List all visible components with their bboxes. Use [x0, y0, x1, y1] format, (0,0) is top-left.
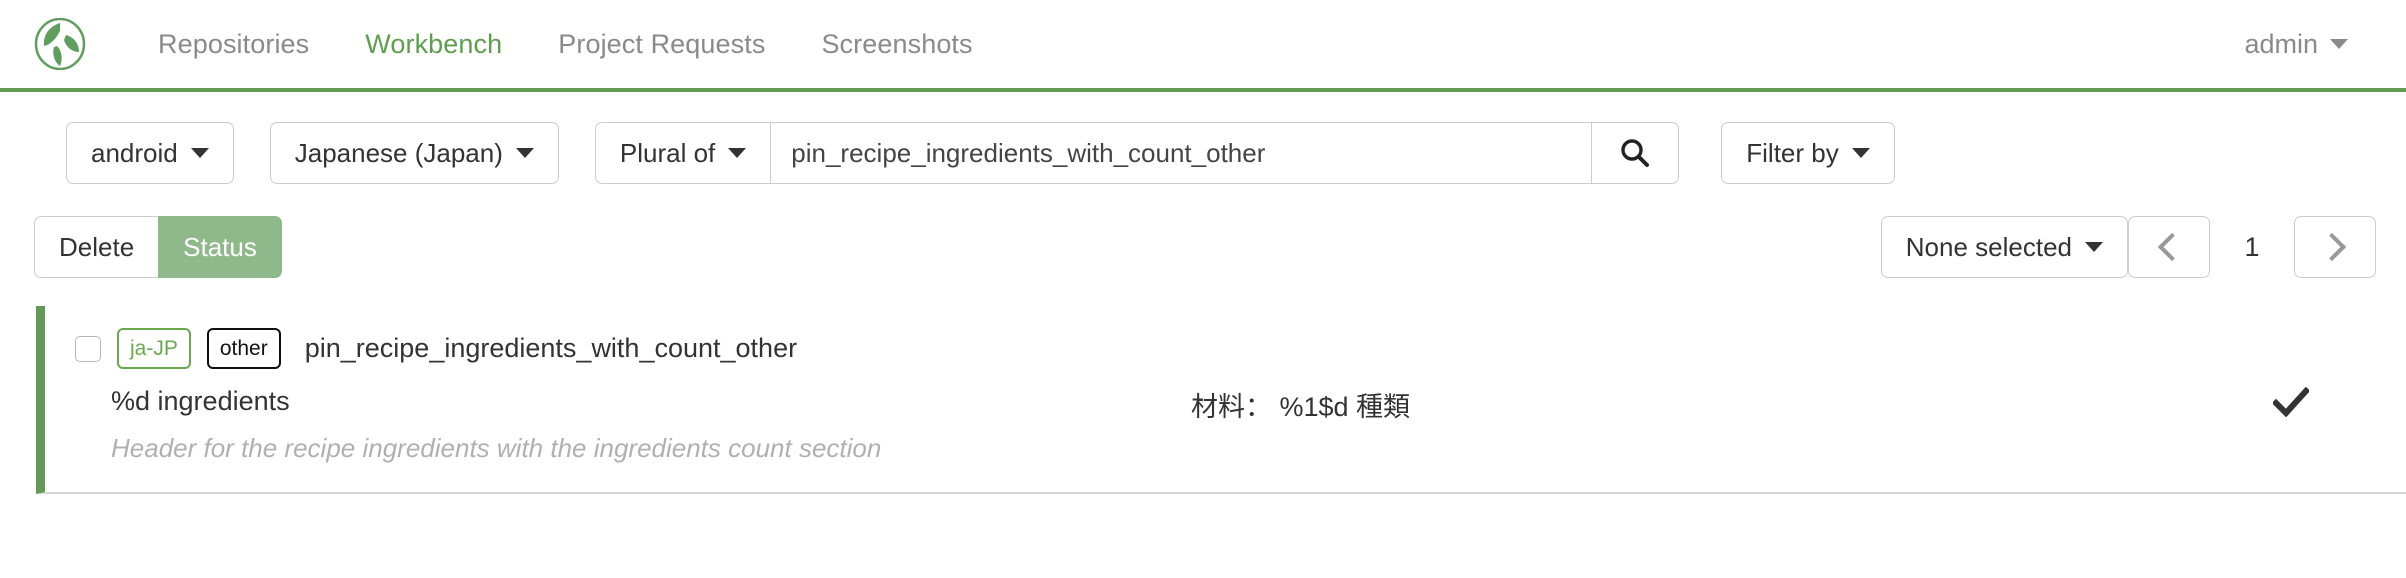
chevron-right-icon — [2317, 232, 2347, 262]
search-button[interactable] — [1591, 122, 1680, 184]
page-number: 1 — [2244, 231, 2260, 262]
pagination: 1 — [2128, 216, 2376, 278]
delete-button-label: Delete — [59, 231, 135, 262]
results-list: ja-JP other pin_recipe_ingredients_with_… — [0, 306, 2406, 495]
user-menu[interactable]: admin — [2244, 29, 2348, 60]
chevron-down-icon — [2085, 242, 2103, 252]
action-bar: Delete Status None selected 1 — [0, 184, 2406, 278]
chevron-down-icon — [728, 148, 747, 158]
table-row[interactable]: ja-JP other pin_recipe_ingredients_with_… — [36, 306, 2406, 495]
chevron-down-icon — [515, 148, 534, 158]
status-button[interactable]: Status — [158, 216, 282, 278]
locale-badge: ja-JP — [117, 328, 191, 369]
chevron-left-icon — [2157, 232, 2187, 262]
navbar-right: admin — [2244, 29, 2372, 60]
filter-by-label: Filter by — [1746, 137, 1839, 168]
row-select-checkbox[interactable] — [75, 335, 101, 362]
chevron-down-icon — [2330, 39, 2348, 49]
filter-toolbar: android Japanese (Japan) Plural of Filte… — [0, 92, 2406, 184]
locale-filter-dropdown[interactable]: Japanese (Japan) — [269, 122, 559, 184]
nav-link-project-requests[interactable]: Project Requests — [530, 0, 793, 90]
action-bar-right: None selected 1 — [1880, 216, 2406, 278]
user-menu-label: admin — [2244, 28, 2318, 59]
plural-form-badge: other — [206, 328, 281, 369]
nav-link-screenshots[interactable]: Screenshots — [793, 0, 1000, 90]
source-comment: Header for the recipe ingredients with t… — [111, 433, 882, 464]
next-page-button[interactable] — [2294, 216, 2376, 278]
delete-button[interactable]: Delete — [34, 216, 159, 278]
previous-page-button[interactable] — [2128, 216, 2210, 278]
result-row-header: ja-JP other pin_recipe_ingredients_with_… — [45, 328, 2406, 369]
source-text: %d ingredients — [111, 386, 290, 416]
nav-link-workbench[interactable]: Workbench — [337, 0, 530, 90]
leaf-globe-logo[interactable] — [34, 17, 86, 71]
locale-filter-label: Japanese (Japan) — [294, 137, 503, 168]
translation-text[interactable]: 材料： %1$d 種類 — [1191, 383, 2176, 424]
nav-link-repositories[interactable]: Repositories — [130, 0, 337, 90]
search-scope-dropdown[interactable]: Plural of — [594, 122, 772, 184]
magnifier-icon — [1621, 139, 1650, 167]
check-icon[interactable] — [2273, 387, 2309, 417]
repository-filter-dropdown[interactable]: android — [66, 122, 234, 184]
translation-key: pin_recipe_ingredients_with_count_other — [304, 333, 798, 363]
selection-dropdown-label: None selected — [1905, 231, 2072, 262]
main-nav: Repositories Workbench Project Requests … — [130, 0, 1001, 88]
chevron-down-icon — [190, 148, 209, 158]
repository-filter-label: android — [91, 137, 178, 168]
status-button-label: Status — [183, 231, 257, 262]
status-column — [2176, 383, 2406, 417]
filter-by-dropdown[interactable]: Filter by — [1721, 122, 1895, 184]
chevron-down-icon — [1851, 148, 1870, 158]
search-scope-label: Plural of — [619, 137, 716, 168]
result-row-body: %d ingredients Header for the recipe ing… — [45, 383, 2406, 466]
selection-dropdown[interactable]: None selected — [1880, 216, 2128, 278]
search-group: Plural of — [594, 122, 1680, 184]
top-navbar: Repositories Workbench Project Requests … — [0, 0, 2406, 92]
search-input[interactable] — [771, 122, 1592, 184]
source-column: %d ingredients Header for the recipe ing… — [111, 383, 1191, 466]
